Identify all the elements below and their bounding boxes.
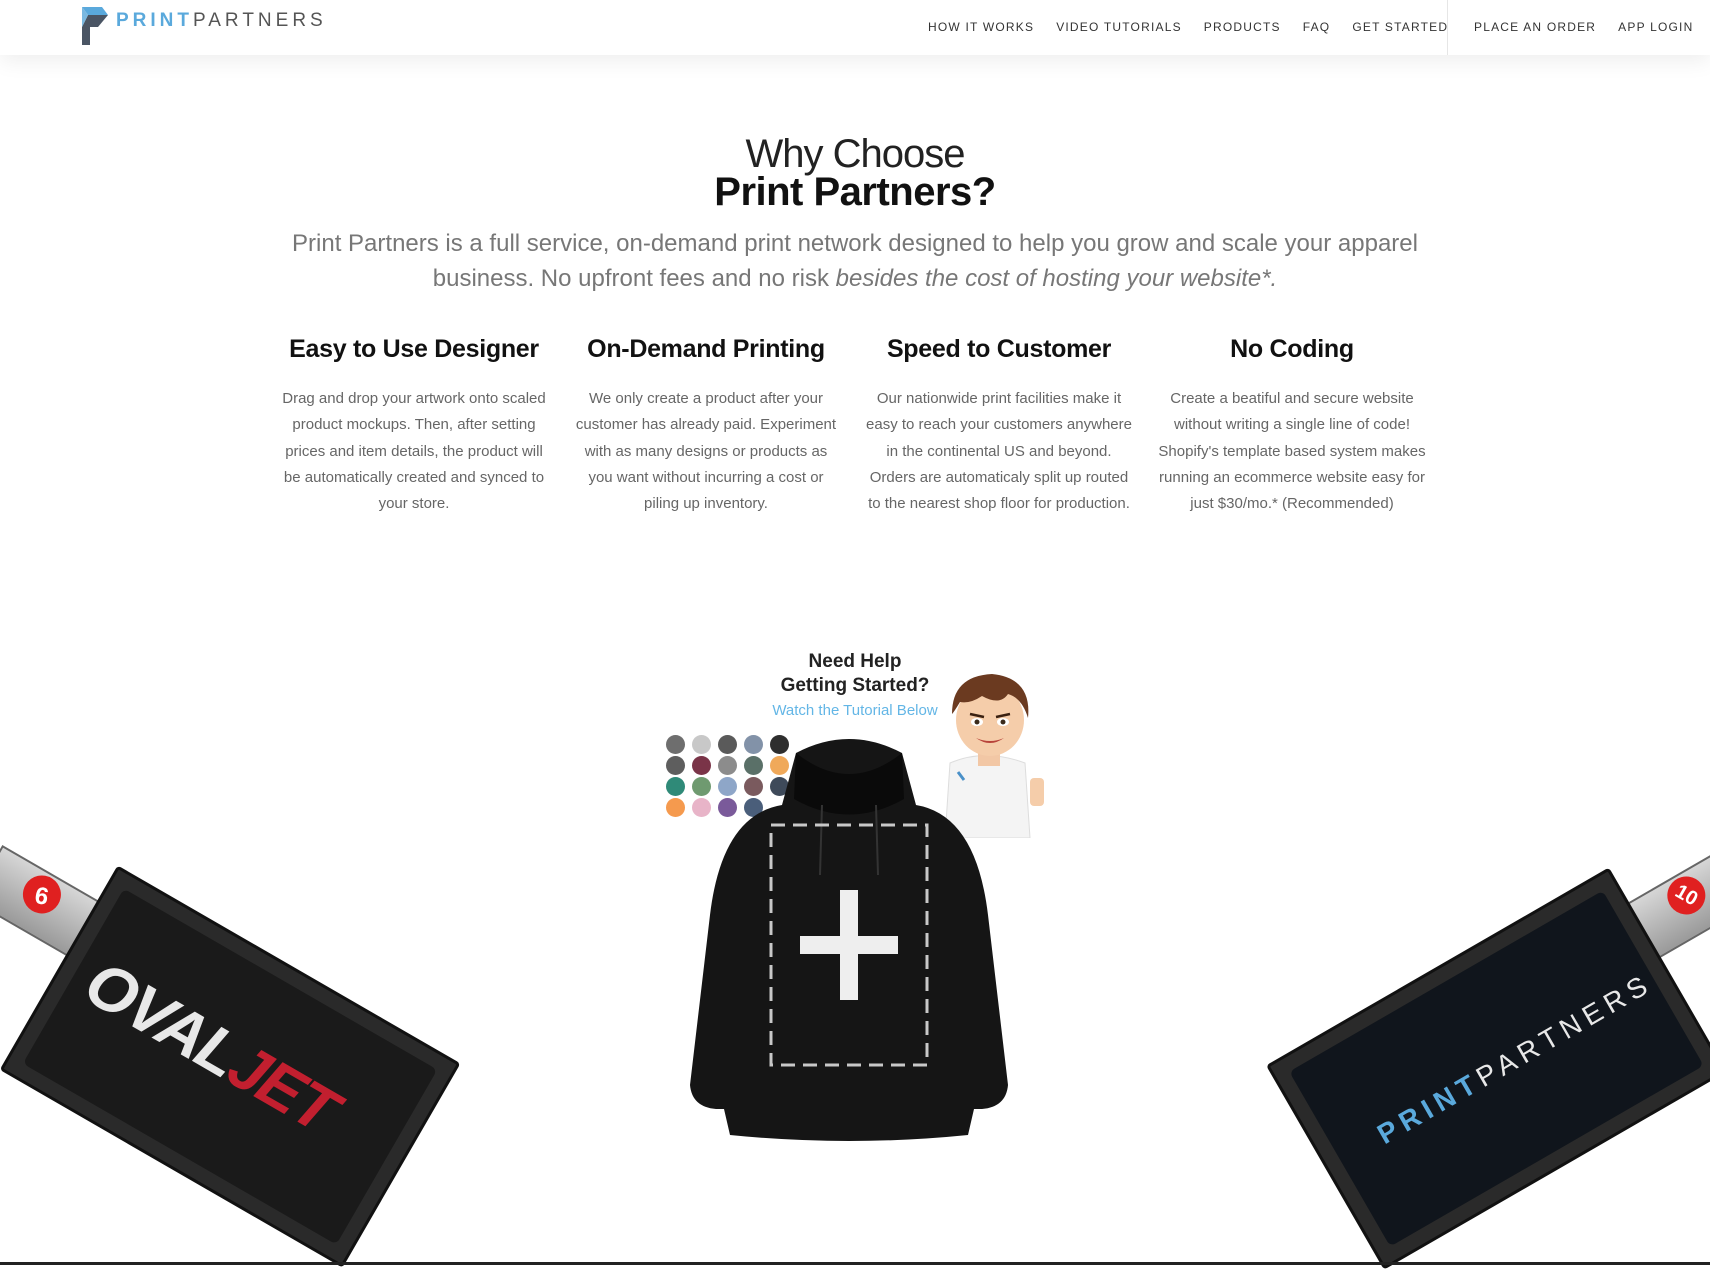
account-nav: PLACE AN ORDER APP LOGIN [1474, 20, 1693, 34]
nav-place-an-order[interactable]: PLACE AN ORDER [1474, 20, 1596, 34]
site-header: PRINTPARTNERS HOW IT WORKS VIDEO TUTORIA… [0, 0, 1710, 55]
feature-no-coding: No Coding Create a beatiful and secure w… [1157, 335, 1427, 517]
feature-text: Create a beatiful and secure website wit… [1158, 390, 1426, 513]
nav-video-tutorials[interactable]: VIDEO TUTORIALS [1056, 20, 1182, 34]
logo-print-text: PRINT [116, 10, 193, 31]
nav-divider [1447, 0, 1448, 55]
feature-text: Our nationwide print facilities make it … [866, 390, 1132, 513]
ovaljet-pallet: OVALJET 9 [0, 810, 473, 1269]
feature-text: Drag and drop your artwork onto scaled p… [282, 390, 546, 513]
section-title: Print Partners? [714, 170, 996, 214]
nav-get-started[interactable]: GET STARTED [1352, 20, 1448, 34]
printpartners-pallet: PRINTPARTNERS 10 [1257, 810, 1710, 1270]
print-partners-logo-icon [82, 7, 108, 45]
feature-on-demand: On-Demand Printing We only create a prod… [571, 335, 841, 517]
hoodie-mockup-image [690, 739, 1008, 1141]
feature-title: Speed to Customer [886, 335, 1112, 363]
logo-wordmark: PRINTPARTNERS [116, 10, 327, 32]
feature-title: Easy to Use Designer [289, 335, 539, 363]
nav-app-login[interactable]: APP LOGIN [1618, 20, 1693, 34]
feature-easy-designer: Easy to Use Designer Drag and drop your … [279, 335, 549, 517]
nav-products[interactable]: PRODUCTS [1204, 20, 1281, 34]
feature-speed: Speed to Customer Our nationwide print f… [864, 335, 1134, 517]
feature-text: We only create a product after your cust… [575, 390, 837, 513]
help-line-1: Need Help [808, 651, 902, 672]
tutorial-callout: Need Help Getting Started? Watch the Tut… [0, 650, 1710, 719]
section-intro: Print Partners is a full service, on-dem… [290, 226, 1420, 296]
logo-partners-text: PARTNERS [193, 10, 327, 31]
main-nav: HOW IT WORKS VIDEO TUTORIALS PRODUCTS FA… [928, 20, 1448, 34]
intro-italic-text: besides the cost of hosting your website… [835, 265, 1278, 292]
pallet-frame: PRINTPARTNERS [1265, 867, 1710, 1270]
nav-how-it-works[interactable]: HOW IT WORKS [928, 20, 1034, 34]
feature-title: No Coding [1230, 335, 1354, 363]
watch-tutorial-link[interactable]: Watch the Tutorial Below [0, 702, 1710, 719]
help-line-2: Getting Started? [780, 675, 930, 696]
nav-faq[interactable]: FAQ [1303, 20, 1331, 34]
feature-title: On-Demand Printing [587, 335, 825, 363]
site-logo[interactable]: PRINTPARTNERS [80, 5, 327, 47]
